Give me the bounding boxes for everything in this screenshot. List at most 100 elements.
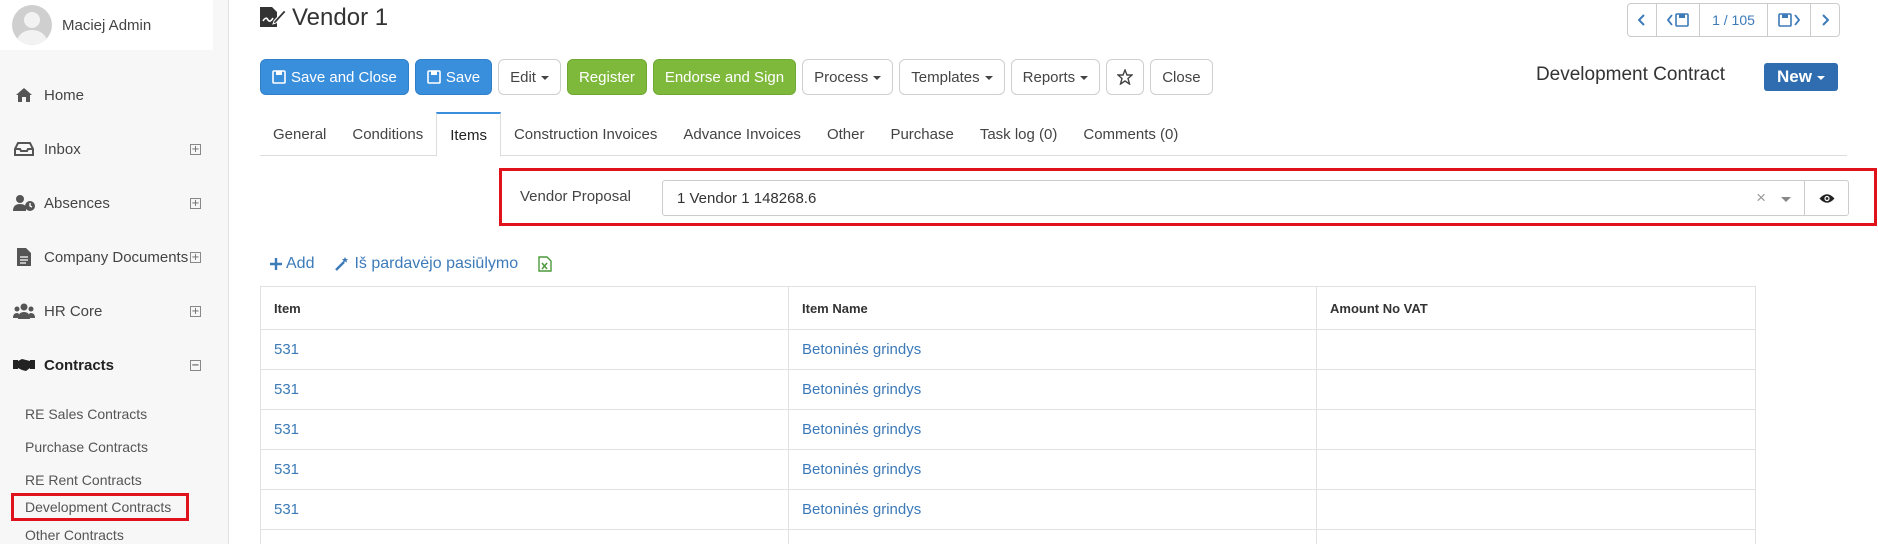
add-item-button[interactable]: Add bbox=[270, 255, 314, 273]
table-row[interactable]: 531 Betoninės grindys bbox=[260, 489, 1756, 530]
new-dropdown-button[interactable]: New bbox=[1764, 63, 1838, 91]
item-name-link[interactable]: Betoninės grindys bbox=[788, 329, 1317, 370]
sidebar-subitem-development-contracts[interactable]: Development Contracts bbox=[11, 493, 189, 521]
sidebar-subitem-label: Purchase Contracts bbox=[25, 439, 148, 455]
item-name-link[interactable]: Betoninės grindys bbox=[788, 449, 1317, 490]
table-row[interactable]: 531 Betoninės grindys bbox=[260, 409, 1756, 450]
tab-conditions[interactable]: Conditions bbox=[339, 112, 436, 156]
register-button[interactable]: Register bbox=[566, 59, 647, 95]
vendor-proposal-select[interactable]: 1 Vendor 1 148268.6 × bbox=[662, 180, 1805, 216]
save-and-close-button[interactable]: Save and Close bbox=[260, 59, 409, 95]
item-name-link[interactable]: Betoninės grindys bbox=[788, 369, 1317, 410]
vendor-proposal-label: Vendor Proposal bbox=[520, 188, 631, 205]
item-code-link[interactable]: 531 bbox=[260, 449, 789, 490]
previous-button[interactable] bbox=[1628, 4, 1657, 36]
item-name-link[interactable]: Betoninės grindys bbox=[788, 409, 1317, 450]
page-indicator: 1 / 105 bbox=[1700, 4, 1768, 36]
tab-bar: General Conditions Items Construction In… bbox=[260, 112, 1847, 157]
view-proposal-button[interactable] bbox=[1804, 180, 1849, 216]
items-actions: Add Iš pardavėjo pasiūlymo bbox=[270, 255, 552, 273]
expand-icon[interactable]: + bbox=[190, 144, 201, 155]
tab-general[interactable]: General bbox=[260, 112, 339, 156]
import-from-proposal-button[interactable]: Iš pardavėjo pasiūlymo bbox=[334, 255, 518, 273]
table-row[interactable]: 531 Betoninės grindys bbox=[260, 449, 1756, 490]
amount-cell bbox=[1316, 489, 1756, 530]
item-code-link[interactable]: 531 bbox=[260, 409, 789, 450]
item-code-link[interactable]: 531 bbox=[260, 489, 789, 530]
reports-dropdown-button[interactable]: Reports bbox=[1010, 59, 1101, 95]
save-and-next-button[interactable] bbox=[1768, 4, 1811, 36]
table-cell-empty bbox=[788, 529, 1317, 544]
expand-icon[interactable]: + bbox=[190, 306, 201, 317]
column-header-item-name[interactable]: Item Name bbox=[788, 286, 1317, 330]
handshake-icon bbox=[12, 357, 36, 373]
button-label: Close bbox=[1162, 68, 1201, 86]
sidebar-item-hr-core[interactable]: HR Core + bbox=[0, 302, 228, 320]
button-label: Reports bbox=[1022, 68, 1076, 86]
sidebar-item-company-documents[interactable]: Company Documents + bbox=[0, 248, 228, 266]
collapse-icon[interactable]: − bbox=[190, 360, 201, 371]
caret-down-icon bbox=[984, 76, 993, 80]
sidebar-subitem-label: Other Contracts bbox=[25, 527, 124, 543]
export-excel-button[interactable] bbox=[538, 256, 552, 272]
process-dropdown-button[interactable]: Process bbox=[802, 59, 894, 95]
item-code-link[interactable]: 531 bbox=[260, 369, 789, 410]
table-cell-empty bbox=[1316, 529, 1756, 544]
table-row[interactable]: 531 Betoninės grindys bbox=[260, 329, 1756, 370]
tab-task-log[interactable]: Task log (0) bbox=[967, 112, 1071, 156]
sidebar-item-absences[interactable]: Absences + bbox=[0, 194, 228, 212]
users-icon bbox=[12, 303, 36, 319]
next-button[interactable] bbox=[1811, 4, 1839, 36]
templates-dropdown-button[interactable]: Templates bbox=[899, 59, 1005, 95]
plus-icon bbox=[270, 258, 282, 270]
page-title: Vendor 1 bbox=[292, 4, 389, 31]
sidebar-subitem-label: Development Contracts bbox=[25, 499, 172, 515]
table-row[interactable]: 531 Betoninės grindys bbox=[260, 369, 1756, 410]
caret-down-icon bbox=[540, 76, 549, 80]
chevron-down-icon[interactable] bbox=[1781, 197, 1791, 202]
expand-icon[interactable]: + bbox=[190, 252, 201, 263]
favorite-button[interactable] bbox=[1106, 59, 1145, 95]
close-button[interactable]: Close bbox=[1150, 59, 1213, 95]
tab-advance-invoices[interactable]: Advance Invoices bbox=[670, 112, 814, 156]
floppy-icon bbox=[272, 70, 286, 84]
floppy-icon bbox=[427, 70, 441, 84]
save-previous-icon bbox=[1667, 13, 1689, 27]
clear-icon[interactable]: × bbox=[1756, 188, 1766, 208]
user-name: Maciej Admin bbox=[62, 16, 152, 34]
item-code-link[interactable]: 531 bbox=[260, 329, 789, 370]
button-label: New bbox=[1777, 67, 1812, 86]
column-header-amount-no-vat[interactable]: Amount No VAT bbox=[1316, 286, 1756, 330]
sidebar-subitem-purchase-contracts[interactable]: Purchase Contracts bbox=[0, 437, 228, 457]
tab-other[interactable]: Other bbox=[814, 112, 878, 156]
user-clock-icon bbox=[12, 195, 36, 211]
chevron-left-icon bbox=[1638, 14, 1645, 26]
save-button[interactable]: Save bbox=[414, 59, 493, 95]
tab-purchase[interactable]: Purchase bbox=[877, 112, 966, 156]
table-row-partial[interactable] bbox=[260, 529, 1756, 544]
sidebar-subitem-other-contracts[interactable]: Other Contracts bbox=[0, 525, 228, 544]
tab-comments[interactable]: Comments (0) bbox=[1070, 112, 1191, 156]
expand-icon[interactable]: + bbox=[190, 198, 201, 209]
sidebar-subitem-re-sales-contracts[interactable]: RE Sales Contracts bbox=[0, 404, 228, 424]
inbox-icon bbox=[12, 142, 36, 156]
tab-construction-invoices[interactable]: Construction Invoices bbox=[501, 112, 670, 156]
sidebar-subitem-re-rent-contracts[interactable]: RE Rent Contracts bbox=[0, 470, 228, 490]
sidebar-item-home[interactable]: Home bbox=[0, 86, 228, 104]
sidebar-subitem-label: RE Rent Contracts bbox=[25, 472, 142, 488]
sidebar-item-inbox[interactable]: Inbox + bbox=[0, 140, 228, 158]
tab-items[interactable]: Items bbox=[436, 112, 501, 157]
column-header-item[interactable]: Item bbox=[260, 286, 789, 330]
user-panel[interactable]: Maciej Admin bbox=[0, 0, 213, 50]
save-and-previous-button[interactable] bbox=[1657, 4, 1700, 36]
toolbar: Save and Close Save Edit Register Endors… bbox=[260, 59, 1213, 95]
button-label: Save bbox=[445, 68, 481, 86]
sidebar-item-contracts[interactable]: Contracts − bbox=[0, 356, 228, 374]
chevron-right-icon bbox=[1822, 14, 1829, 26]
item-name-link[interactable]: Betoninės grindys bbox=[788, 489, 1317, 530]
sidebar-item-label: Company Documents bbox=[44, 248, 189, 266]
endorse-and-sign-button[interactable]: Endorse and Sign bbox=[652, 59, 797, 95]
edit-dropdown-button[interactable]: Edit bbox=[498, 59, 561, 95]
button-label: Edit bbox=[510, 68, 536, 86]
excel-icon bbox=[538, 256, 552, 272]
